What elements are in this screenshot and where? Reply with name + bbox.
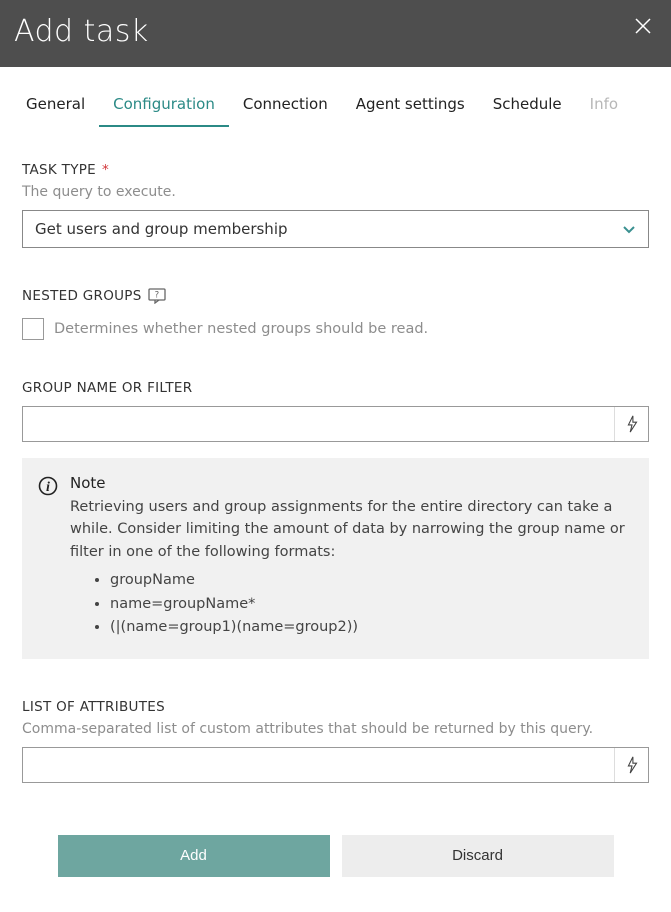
form-content: TASK TYPE * The query to execute. Get us…	[0, 128, 671, 803]
task-type-label-text: TASK TYPE	[22, 162, 96, 178]
task-type-field: TASK TYPE * The query to execute. Get us…	[22, 162, 649, 248]
attributes-enrich-button[interactable]	[614, 748, 648, 782]
note-item: name=groupName*	[110, 593, 631, 616]
lightning-icon	[626, 756, 638, 774]
attributes-field: LIST OF ATTRIBUTES Comma-separated list …	[22, 699, 649, 783]
tab-agent-settings[interactable]: Agent settings	[342, 85, 479, 127]
tab-schedule[interactable]: Schedule	[479, 85, 576, 127]
svg-text:i: i	[46, 480, 50, 495]
note-item: (|(name=group1)(name=group2))	[110, 616, 631, 639]
attributes-description: Comma-separated list of custom attribute…	[22, 721, 649, 737]
task-type-value: Get users and group membership	[35, 220, 288, 238]
svg-text:?: ?	[154, 291, 159, 301]
tab-connection[interactable]: Connection	[229, 85, 342, 127]
close-icon[interactable]	[635, 18, 651, 34]
note-content: Note Retrieving users and group assignme…	[70, 474, 631, 639]
note-box: i Note Retrieving users and group assign…	[22, 458, 649, 659]
task-type-select[interactable]: Get users and group membership	[22, 210, 649, 248]
attributes-input-wrap	[22, 747, 649, 783]
add-button[interactable]: Add	[58, 835, 330, 877]
nested-groups-description: Determines whether nested groups should …	[54, 321, 428, 337]
group-filter-field: GROUP NAME OR FILTER i Note Retrieving u…	[22, 380, 649, 659]
attributes-input[interactable]	[23, 748, 614, 782]
lightning-icon	[626, 415, 638, 433]
dialog-header: Add task	[0, 0, 671, 67]
nested-groups-checkbox[interactable]	[22, 318, 44, 340]
note-list: groupName name=groupName* (|(name=group1…	[70, 569, 631, 639]
nested-groups-field: NESTED GROUPS ? Determines whether neste…	[22, 288, 649, 340]
task-type-description: The query to execute.	[22, 184, 649, 200]
chevron-down-icon	[622, 222, 636, 236]
group-filter-input-wrap	[22, 406, 649, 442]
help-icon[interactable]: ?	[148, 288, 166, 304]
note-item: groupName	[110, 569, 631, 592]
dialog-footer: Add Discard	[0, 803, 671, 893]
nested-groups-row: Determines whether nested groups should …	[22, 318, 649, 340]
dialog-title: Add task	[14, 14, 149, 49]
info-icon: i	[38, 476, 58, 496]
discard-button[interactable]: Discard	[342, 835, 614, 877]
group-filter-label: GROUP NAME OR FILTER	[22, 380, 649, 396]
group-filter-input[interactable]	[23, 407, 614, 441]
tab-general[interactable]: General	[12, 85, 99, 127]
attributes-label: LIST OF ATTRIBUTES	[22, 699, 649, 715]
nested-groups-label-text: NESTED GROUPS	[22, 288, 142, 304]
nested-groups-label: NESTED GROUPS ?	[22, 288, 649, 304]
required-mark: *	[102, 162, 109, 178]
tab-bar: General Configuration Connection Agent s…	[0, 85, 671, 128]
tab-configuration[interactable]: Configuration	[99, 85, 229, 127]
task-type-label: TASK TYPE *	[22, 162, 649, 178]
note-title: Note	[70, 474, 631, 492]
tab-info: Info	[576, 85, 632, 127]
note-body: Retrieving users and group assignments f…	[70, 496, 631, 563]
group-filter-enrich-button[interactable]	[614, 407, 648, 441]
